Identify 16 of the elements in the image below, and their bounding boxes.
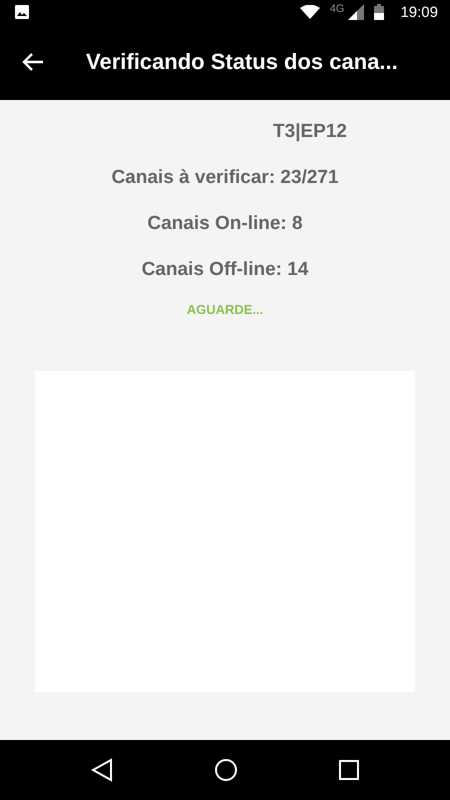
channel-count-text: Canais Off-line: 14 (142, 260, 308, 279)
battery-icon (374, 4, 384, 20)
channel-count-text: Canais à verificar: 23/271 (111, 168, 339, 187)
episode-label: T3|EP12 (273, 122, 347, 141)
back-arrow-icon[interactable] (22, 52, 44, 72)
screen-title: Verificando Status dos cana... (86, 49, 398, 75)
image-icon (14, 4, 30, 20)
wifi-icon (300, 5, 320, 19)
home-circle-icon[interactable] (214, 758, 238, 782)
back-triangle-icon[interactable] (90, 758, 113, 782)
network-type: 4G (330, 3, 344, 15)
recents-square-icon[interactable] (339, 760, 360, 780)
wait-message: AGUARDE... (186, 302, 264, 317)
clock-time: 19:09 (400, 4, 438, 20)
signal-icon (348, 4, 364, 20)
channel-count-text: Canais On-line: 8 (147, 214, 303, 233)
